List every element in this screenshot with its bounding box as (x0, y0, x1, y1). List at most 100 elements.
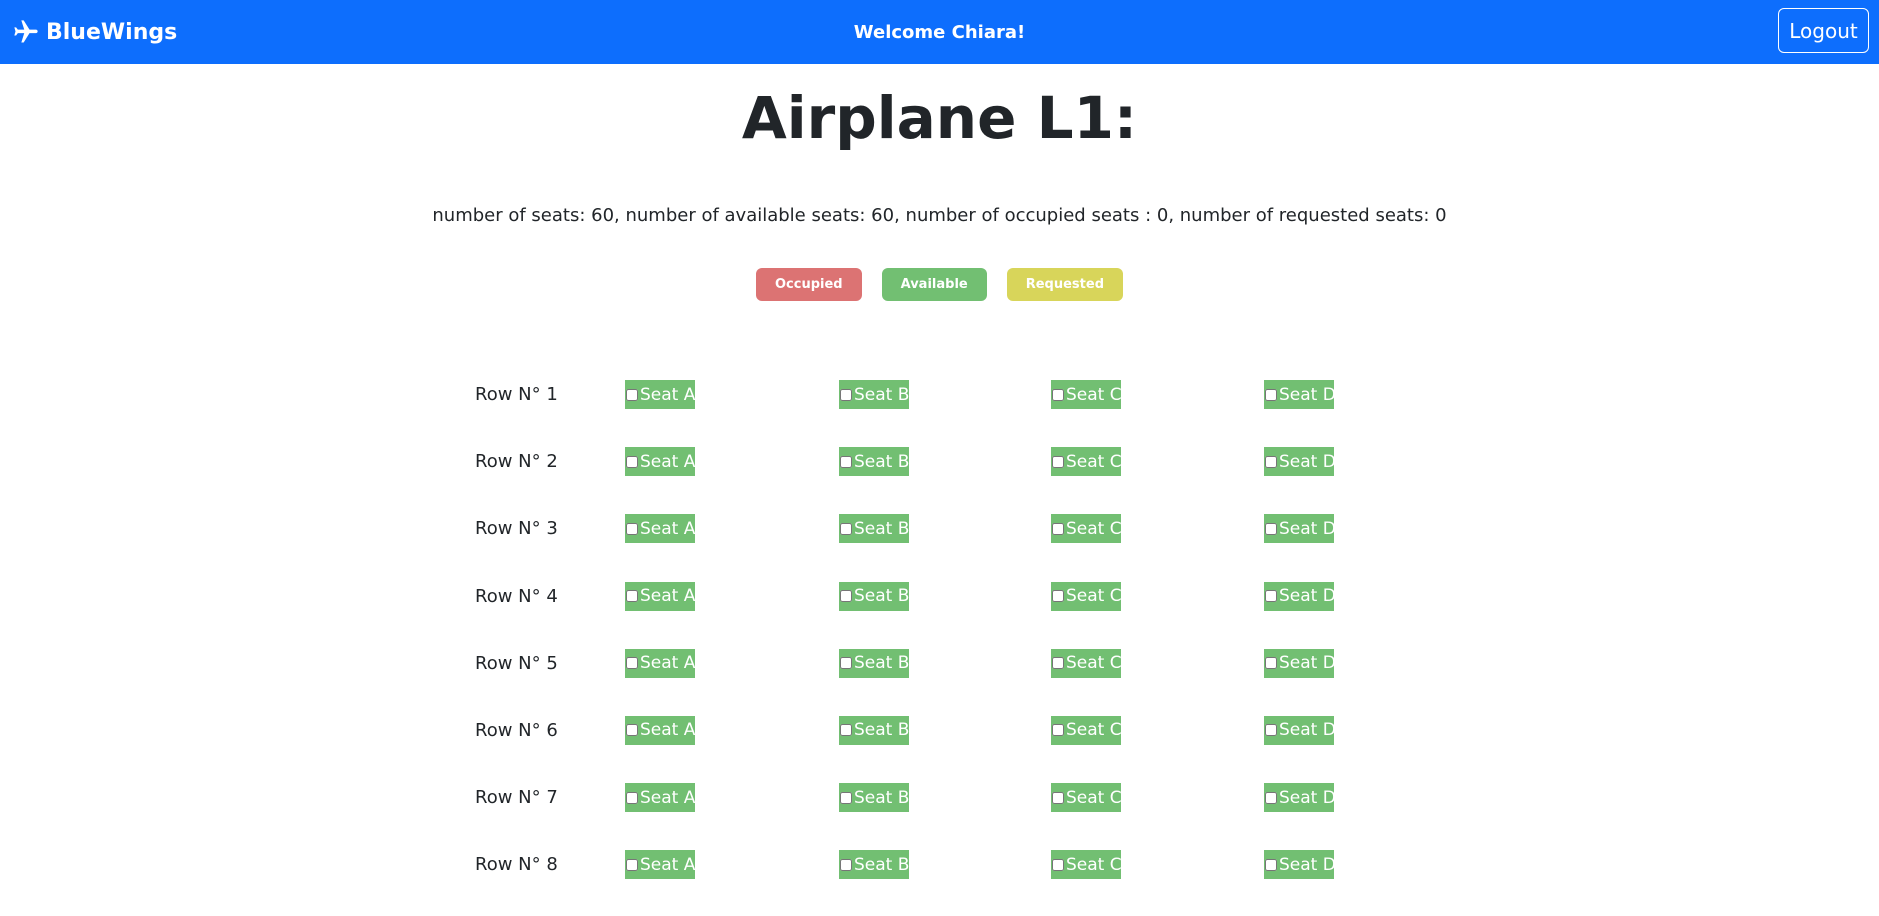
seat-a-toggle[interactable]: Seat A (625, 514, 695, 544)
seat-label: Seat B (854, 653, 909, 674)
seat-checkbox[interactable] (626, 455, 638, 468)
seat-label: Seat D (1279, 720, 1334, 741)
seat-checkbox[interactable] (626, 522, 638, 535)
seat-label: Seat B (854, 451, 909, 472)
seat-checkbox[interactable] (626, 858, 638, 871)
seat-c-toggle[interactable]: Seat C (1051, 715, 1121, 745)
row-label: Row N° 3 (475, 518, 558, 540)
seat-map: Row N° 1 Seat A Seat B Seat C Seat D Row… (475, 378, 1375, 916)
seat-a-toggle[interactable]: Seat A (625, 380, 695, 409)
seat-checkbox[interactable] (1052, 522, 1064, 535)
seat-legend: Occupied Available Requested (0, 268, 1879, 301)
seat-label: Seat A (640, 653, 695, 674)
seat-b-toggle[interactable]: Seat B (839, 447, 909, 477)
seat-label: Seat B (854, 787, 909, 808)
seat-checkbox[interactable] (840, 522, 852, 535)
seat-label: Seat C (1066, 854, 1121, 875)
seat-checkbox[interactable] (840, 724, 852, 737)
seat-b-toggle[interactable]: Seat B (839, 581, 909, 611)
seat-row: Row N° 2 Seat A Seat B Seat C Seat D (475, 445, 1375, 512)
seat-label: Seat D (1279, 518, 1334, 539)
seat-checkbox[interactable] (1265, 657, 1277, 670)
seat-checkbox[interactable] (626, 657, 638, 670)
seat-c-toggle[interactable]: Seat C (1051, 648, 1121, 678)
seat-checkbox[interactable] (840, 455, 852, 468)
seat-checkbox[interactable] (626, 590, 638, 603)
seat-label: Seat A (640, 384, 695, 405)
seat-c-toggle[interactable]: Seat C (1051, 380, 1121, 409)
seat-d-toggle[interactable]: Seat D (1264, 380, 1334, 409)
seat-checkbox[interactable] (1052, 724, 1064, 737)
seat-label: Seat C (1066, 720, 1121, 741)
seat-d-toggle[interactable]: Seat D (1264, 850, 1334, 880)
seat-label: Seat A (640, 451, 695, 472)
seat-checkbox[interactable] (1052, 590, 1064, 603)
brand-link[interactable]: BlueWings (12, 0, 177, 64)
seat-d-toggle[interactable]: Seat D (1264, 648, 1334, 678)
seat-d-toggle[interactable]: Seat D (1264, 447, 1334, 477)
seat-b-toggle[interactable]: Seat B (839, 514, 909, 544)
seat-b-toggle[interactable]: Seat B (839, 380, 909, 409)
row-label: Row N° 2 (475, 451, 558, 473)
row-label: Row N° 5 (475, 652, 558, 674)
legend-requested-badge: Requested (1006, 268, 1123, 301)
seat-b-toggle[interactable]: Seat B (839, 715, 909, 745)
logout-button[interactable]: Logout (1778, 8, 1869, 53)
seat-b-toggle[interactable]: Seat B (839, 648, 909, 678)
seat-checkbox[interactable] (840, 388, 852, 401)
seat-label: Seat A (640, 720, 695, 741)
brand-name: BlueWings (46, 19, 178, 45)
seat-a-toggle[interactable]: Seat A (625, 783, 695, 813)
seat-d-toggle[interactable]: Seat D (1264, 715, 1334, 745)
seat-label: Seat C (1066, 384, 1121, 405)
seat-checkbox[interactable] (1265, 590, 1277, 603)
seat-c-toggle[interactable]: Seat C (1051, 581, 1121, 611)
airplane-icon (12, 18, 40, 46)
seat-checkbox[interactable] (840, 590, 852, 603)
seat-checkbox[interactable] (1265, 791, 1277, 804)
navbar: BlueWings Welcome Chiara! Logout (0, 0, 1879, 64)
seat-label: Seat D (1279, 854, 1334, 875)
page-title: Airplane L1: (741, 84, 1138, 152)
seat-checkbox[interactable] (1052, 657, 1064, 670)
seat-checkbox[interactable] (840, 791, 852, 804)
seat-statistics: number of seats: 60, number of available… (432, 205, 1447, 226)
seat-a-toggle[interactable]: Seat A (625, 581, 695, 611)
seat-checkbox[interactable] (626, 388, 638, 401)
seat-checkbox[interactable] (1052, 388, 1064, 401)
seat-d-toggle[interactable]: Seat D (1264, 783, 1334, 813)
seat-checkbox[interactable] (1052, 858, 1064, 871)
seat-label: Seat B (854, 384, 909, 405)
seat-label: Seat B (854, 720, 909, 741)
seat-row: Row N° 5 Seat A Seat B Seat C Seat D (475, 647, 1375, 714)
seat-checkbox[interactable] (840, 858, 852, 871)
seat-checkbox[interactable] (1265, 724, 1277, 737)
seat-b-toggle[interactable]: Seat B (839, 850, 909, 880)
seat-checkbox[interactable] (1265, 522, 1277, 535)
seat-label: Seat B (854, 586, 909, 607)
seat-label: Seat A (640, 854, 695, 875)
seat-checkbox[interactable] (1052, 455, 1064, 468)
seat-a-toggle[interactable]: Seat A (625, 648, 695, 678)
seat-checkbox[interactable] (840, 657, 852, 670)
seat-a-toggle[interactable]: Seat A (625, 715, 695, 745)
seat-checkbox[interactable] (1052, 791, 1064, 804)
seat-label: Seat C (1066, 586, 1121, 607)
seat-c-toggle[interactable]: Seat C (1051, 850, 1121, 880)
seat-b-toggle[interactable]: Seat B (839, 783, 909, 813)
seat-a-toggle[interactable]: Seat A (625, 447, 695, 477)
row-label: Row N° 8 (475, 854, 558, 876)
seat-checkbox[interactable] (626, 791, 638, 804)
row-label: Row N° 7 (475, 787, 558, 809)
seat-a-toggle[interactable]: Seat A (625, 850, 695, 880)
seat-c-toggle[interactable]: Seat C (1051, 447, 1121, 477)
seat-checkbox[interactable] (1265, 858, 1277, 871)
seat-c-toggle[interactable]: Seat C (1051, 514, 1121, 544)
seat-checkbox[interactable] (626, 724, 638, 737)
seat-c-toggle[interactable]: Seat C (1051, 783, 1121, 813)
seat-d-toggle[interactable]: Seat D (1264, 514, 1334, 544)
seat-d-toggle[interactable]: Seat D (1264, 581, 1334, 611)
seat-row: Row N° 4 Seat A Seat B Seat C Seat D (475, 580, 1375, 647)
seat-checkbox[interactable] (1265, 455, 1277, 468)
seat-checkbox[interactable] (1265, 388, 1277, 401)
